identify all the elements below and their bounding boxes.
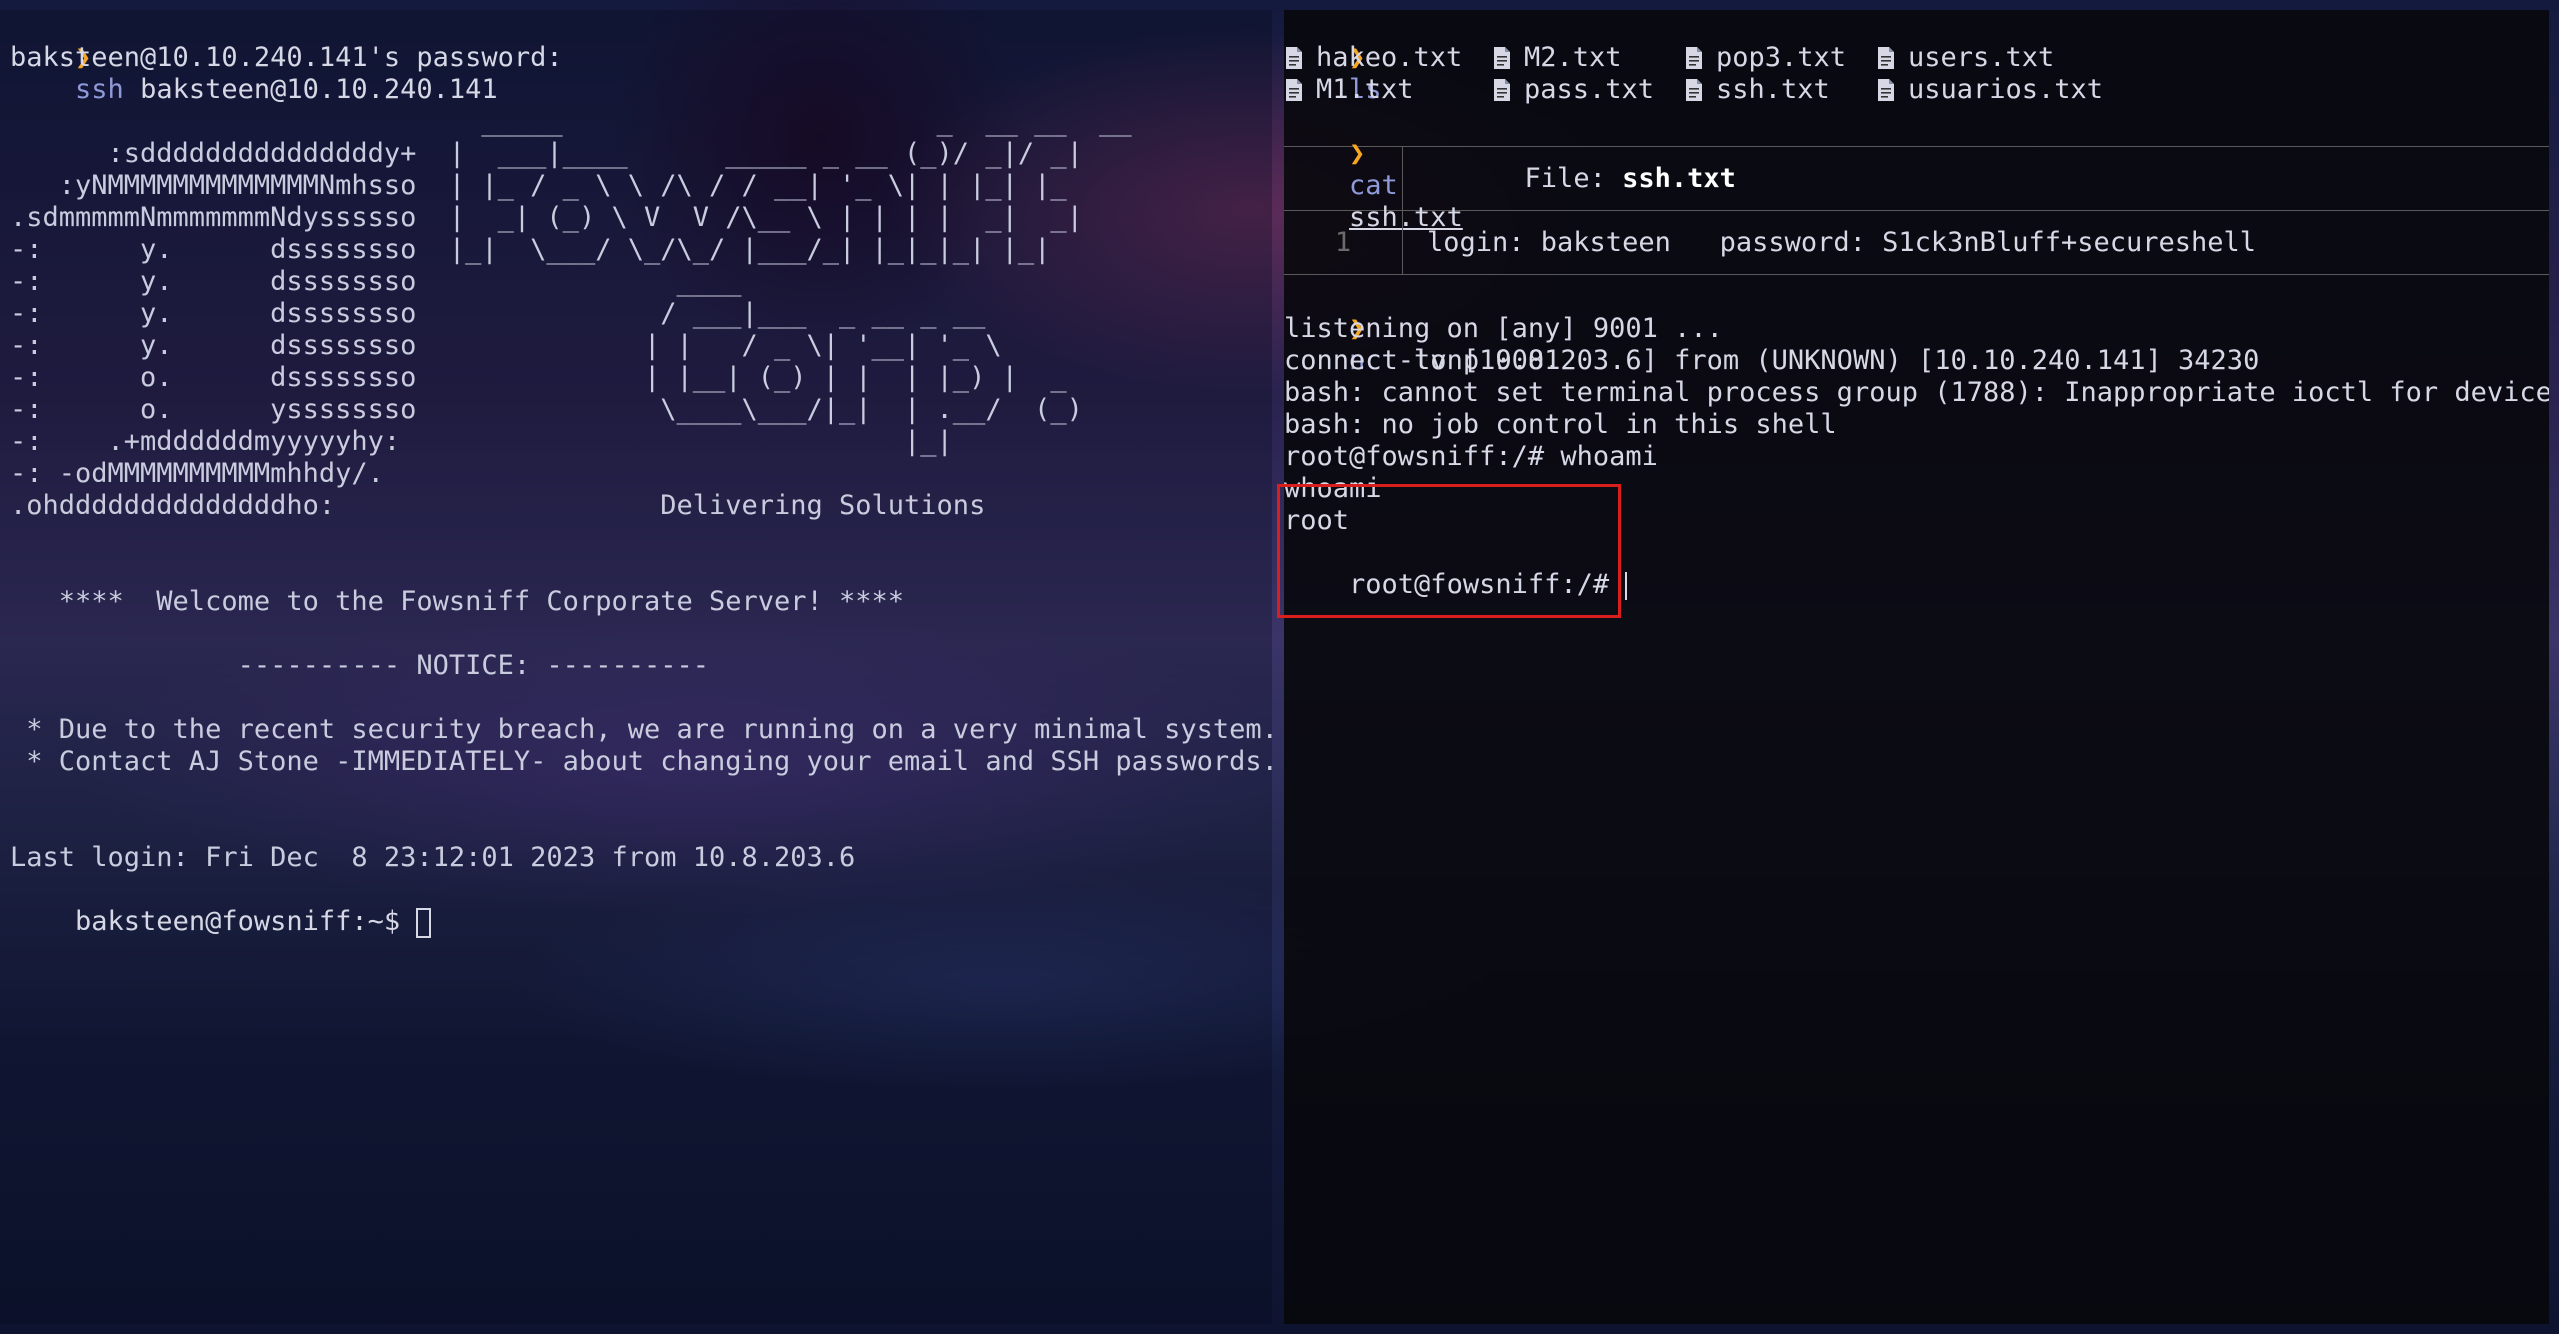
red-highlight-box: [1277, 484, 1621, 618]
banner-line: [0, 522, 1272, 554]
shell-prompt: baksteen@fowsniff:~$: [75, 906, 417, 937]
file-name: M2.txt: [1524, 42, 1622, 73]
file-icon: [1684, 46, 1704, 70]
file-icon: [1492, 46, 1512, 70]
terminal-cursor: [1625, 571, 1628, 600]
file-name: hakeo.txt: [1316, 42, 1463, 73]
file-name: M1.txt: [1316, 74, 1414, 105]
banner-line: -: o. dssssssso | |__| (_) | | | |_) | _: [10, 362, 1067, 393]
banner-line: [0, 682, 1272, 714]
file-item[interactable]: usuarios.txt: [1876, 74, 2103, 106]
ssh-target: baksteen@10.10.240.141: [123, 74, 498, 105]
ssh-command-line: ❯ ssh baksteen@10.10.240.141: [0, 10, 1272, 105]
file-item[interactable]: M2.txt: [1492, 42, 1684, 74]
file-row: hakeo.txt M2.txt pop3.txt users.txt: [1284, 42, 2549, 74]
file-name: pass.txt: [1524, 74, 1655, 105]
banner-line: [0, 618, 1272, 650]
file-icon: [1492, 78, 1512, 102]
file-name: usuarios.txt: [1908, 74, 2104, 105]
bat-file-label: File:: [1524, 162, 1623, 194]
banner-line: -: y. dssssssso | | / _ \| '__| '_ \: [10, 330, 1002, 361]
terminal-cursor: [416, 907, 432, 938]
file-item[interactable]: pop3.txt: [1684, 42, 1876, 74]
banner-line: -: -odMMMMMMMMMMmhhdy/.: [10, 458, 384, 489]
banner-line: Last login: Fri Dec 8 23:12:01 2023 from…: [10, 842, 856, 873]
ssh-command: ssh: [75, 74, 124, 105]
server-banner: _____ _ __ __ __ :sdddddddddddddddy+ | _…: [0, 74, 1272, 874]
file-item[interactable]: pass.txt: [1492, 74, 1684, 106]
banner-line: **** Welcome to the Fowsniff Corporate S…: [10, 586, 905, 617]
file-row: M1.txt pass.txt ssh.txt usuarios.txt: [1284, 74, 2549, 106]
banner-line: :yNMMMMMMMMMMMMMNmhsso | |_ / _ \ \ /\ /…: [10, 170, 1067, 201]
bat-divider-bottom: [1284, 274, 2549, 275]
banner-line: .sdmmmmmNmmmmmmmNdyssssso | _| (_) \ V V…: [10, 202, 1083, 233]
file-name: pop3.txt: [1716, 42, 1847, 73]
nc-command-line: ❯ nc -lvnp 9001: [1284, 281, 2549, 376]
bat-file-name: ssh.txt: [1622, 162, 1736, 194]
banner-line: -: o. yssssssso \____\___/|_| | .__/ (_): [10, 394, 1083, 425]
banner-line: -: y. dssssssso |_| \___/ \_/\_/ |___/_|…: [10, 234, 1051, 265]
file-icon: [1284, 46, 1304, 70]
banner-line: _____ _ __ __ __: [10, 106, 1132, 137]
file-item[interactable]: hakeo.txt: [1284, 42, 1492, 74]
bat-gutter-empty: [1284, 147, 1403, 210]
file-listing: hakeo.txt M2.txt pop3.txt users.txt M1.txt pa…: [1284, 42, 2549, 106]
file-item[interactable]: ssh.txt: [1684, 74, 1876, 106]
file-icon: [1876, 78, 1896, 102]
file-icon: [1684, 78, 1704, 102]
bat-line-content: login: baksteen password: S1ck3nBluff+se…: [1427, 226, 2257, 258]
banner-line: -: y. dssssssso ____: [10, 266, 742, 297]
banner-line: -: .+mddddddmyyyyyhy: |_|: [10, 426, 953, 457]
banner-line: -: y. dssssssso / ___|___ _ __ _ __: [10, 298, 986, 329]
output-line: bash: no job control in this shell: [1284, 409, 1837, 440]
password-prompt: baksteen@10.10.240.141's password:: [10, 42, 563, 73]
output-line: root@fowsniff:/# whoami: [1284, 441, 1658, 472]
bat-line-number: 1: [1284, 211, 1403, 274]
file-icon: [1876, 46, 1896, 70]
file-name: ssh.txt: [1716, 74, 1830, 105]
banner-line: ---------- NOTICE: ----------: [10, 650, 709, 681]
file-name: users.txt: [1908, 42, 2055, 73]
banner-line: [0, 554, 1272, 586]
right-terminal-pane[interactable]: ❯ ls hakeo.txt M2.txt pop3.txt users.txt M1.…: [1284, 10, 2549, 1324]
banner-line: [0, 810, 1272, 842]
banner-line: .ohddddddddddddddho: Delivering Solution…: [10, 490, 986, 521]
output-line: listening on [any] 9001 ...: [1284, 313, 1723, 344]
banner-line: * Due to the recent security breach, we …: [10, 714, 1272, 745]
banner-line: * Contact AJ Stone -IMMEDIATELY- about c…: [10, 746, 1272, 777]
output-line: connect to [10.8.203.6] from (UNKNOWN) […: [1284, 345, 2260, 376]
output-line: bash: cannot set terminal process group …: [1284, 377, 2549, 408]
banner-line: :sdddddddddddddddy+ | ___|____ _____ _ _…: [10, 138, 1083, 169]
file-icon: [1284, 78, 1304, 102]
file-item[interactable]: M1.txt: [1284, 74, 1492, 106]
left-terminal-pane[interactable]: ❯ ssh baksteen@10.10.240.141 baksteen@10…: [0, 10, 1272, 1324]
file-item[interactable]: users.txt: [1876, 42, 2096, 74]
shell-prompt-line[interactable]: baksteen@fowsniff:~$: [0, 874, 1272, 938]
bat-header: File: ssh.txt: [1284, 147, 2549, 210]
banner-line: [0, 778, 1272, 810]
ls-command-line: ❯ ls: [1284, 10, 2549, 105]
